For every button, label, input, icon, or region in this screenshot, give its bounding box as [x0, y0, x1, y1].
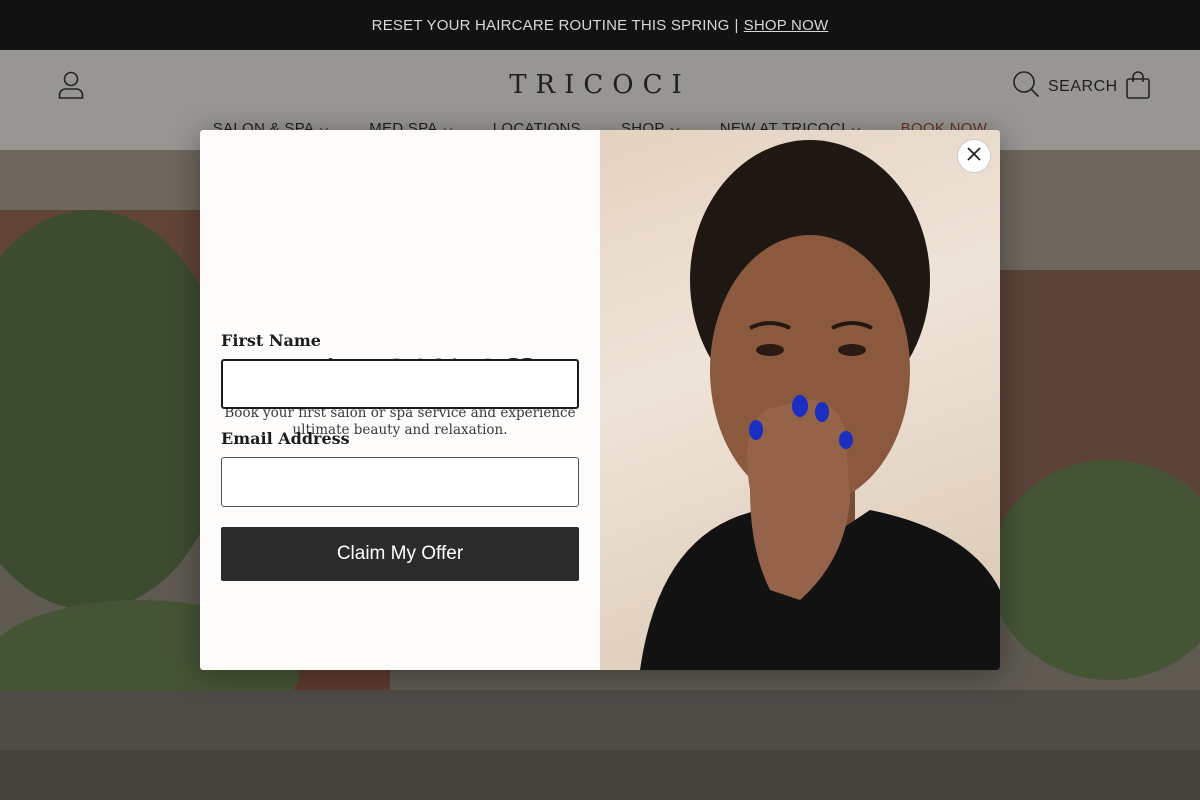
- announcement-separator: |: [734, 16, 739, 34]
- shop-now-link[interactable]: SHOP NOW: [744, 17, 829, 34]
- announcement-bar: RESET YOUR HAIRCARE ROUTINE THIS SPRING …: [0, 0, 1200, 50]
- modal-photo: [600, 130, 1000, 670]
- claim-offer-button[interactable]: Claim My Offer: [221, 527, 579, 581]
- email-field[interactable]: [221, 457, 579, 507]
- offer-modal: Enjoy 20% Off Book your first salon or s…: [200, 130, 1000, 670]
- announcement-text: RESET YOUR HAIRCARE ROUTINE THIS SPRING: [371, 16, 730, 34]
- first-name-label: First Name: [221, 331, 321, 350]
- modal-form-panel: Enjoy 20% Off Book your first salon or s…: [200, 130, 600, 670]
- close-button[interactable]: [957, 139, 991, 173]
- first-name-field[interactable]: [221, 359, 579, 409]
- close-icon: [966, 146, 982, 167]
- model-photo-illustration: [640, 140, 1000, 670]
- email-label: Email Address: [221, 429, 350, 448]
